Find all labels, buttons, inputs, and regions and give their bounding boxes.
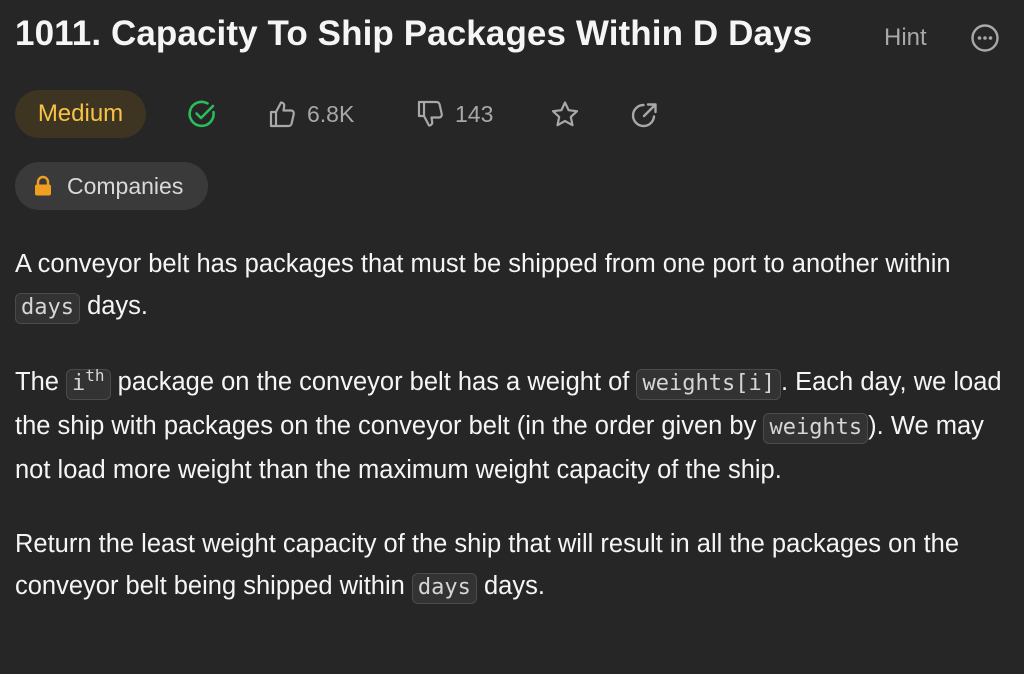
inline-code-superscript: th: [85, 366, 105, 385]
lock-icon: [35, 175, 51, 196]
description-text: package on the conveyor belt has a weigh…: [110, 368, 637, 396]
more-options-icon: [971, 24, 999, 52]
like-count: 6.8K: [307, 100, 355, 127]
hint-button[interactable]: Hint: [884, 24, 927, 52]
inline-code-ith: ith: [66, 366, 111, 400]
inline-code-weights-i: weights[i]: [636, 369, 781, 400]
thumbs-down-icon: [417, 100, 443, 127]
dislike-count: 143: [455, 100, 494, 127]
difficulty-badge: Medium: [15, 90, 146, 138]
description-paragraph-1: A conveyor belt has packages that must b…: [15, 243, 1015, 329]
favorite-button[interactable]: [549, 99, 581, 131]
problem-description-panel: 1011. Capacity To Ship Packages Within D…: [0, 0, 1024, 674]
share-button[interactable]: [629, 99, 661, 131]
companies-button[interactable]: Companies: [15, 162, 208, 210]
problem-description: A conveyor belt has packages that must b…: [15, 243, 1015, 641]
description-paragraph-2: The ith package on the conveyor belt has…: [15, 361, 1015, 491]
more-options-button[interactable]: [970, 23, 1000, 53]
star-icon: [551, 101, 579, 127]
description-paragraph-3: Return the least weight capacity of the …: [15, 523, 1015, 609]
inline-code-days: days: [15, 293, 80, 324]
thumbs-up-icon: [269, 101, 295, 128]
description-text: A conveyor belt has packages that must b…: [15, 250, 951, 278]
companies-label: Companies: [67, 172, 184, 199]
description-text: The: [15, 368, 67, 396]
problem-title[interactable]: 1011. Capacity To Ship Packages Within D…: [15, 14, 812, 54]
inline-code-base: i: [72, 371, 86, 396]
problem-meta-row: Medium 6.8K 143: [15, 90, 715, 138]
like-button[interactable]: 6.8K: [267, 99, 354, 129]
share-icon: [631, 103, 657, 128]
dislike-button[interactable]: 143: [415, 99, 493, 129]
inline-code-weights: weights: [763, 413, 869, 444]
inline-code-days: days: [411, 573, 477, 604]
description-text: days.: [476, 572, 545, 600]
description-text: days.: [79, 292, 149, 320]
check-circle-icon: [188, 100, 215, 128]
